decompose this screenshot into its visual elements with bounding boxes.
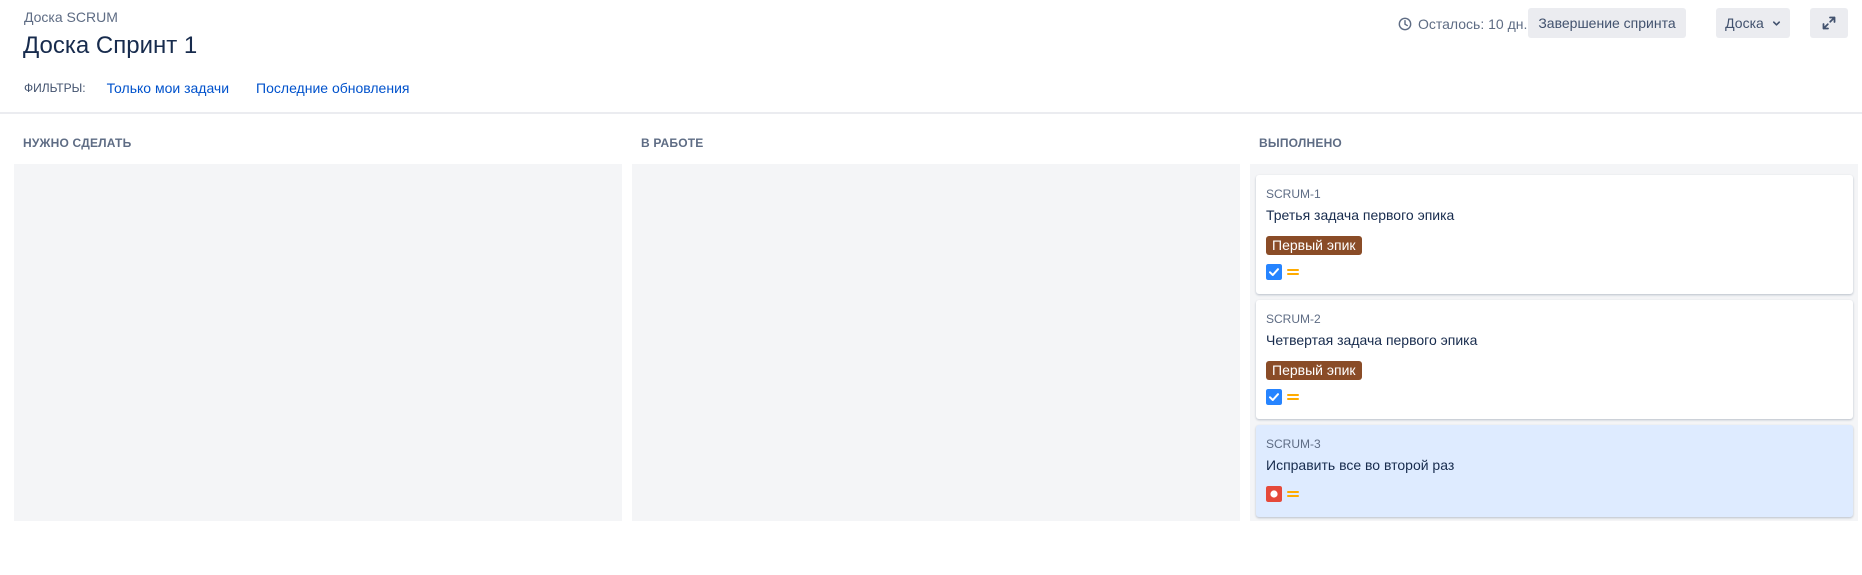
task-checkbox-icon: [1266, 264, 1282, 280]
issue-summary: Четвертая задача первого эпика: [1266, 332, 1478, 348]
epic-badge: Первый эпик: [1266, 236, 1362, 255]
column-done[interactable]: SCRUM-1 Третья задача первого эпика Перв…: [1250, 164, 1858, 521]
column-title-in-progress: В РАБОТЕ: [641, 136, 704, 150]
issue-key[interactable]: SCRUM-1: [1266, 187, 1321, 201]
board-menu-label: Доска: [1725, 15, 1764, 31]
time-left-text: Осталось: 10 дн.: [1418, 16, 1528, 32]
complete-sprint-label: Завершение спринта: [1538, 15, 1676, 31]
clock-icon: [1398, 17, 1412, 31]
column-todo[interactable]: [14, 164, 622, 521]
issue-summary: Третья задача первого эпика: [1266, 207, 1455, 223]
priority-medium-icon: [1287, 269, 1299, 275]
issue-summary: Исправить все во второй раз: [1266, 457, 1455, 473]
filter-only-my-issues[interactable]: Только мои задачи: [107, 80, 229, 96]
board-menu-button[interactable]: Доска: [1716, 8, 1790, 38]
task-checkbox-icon: [1266, 389, 1282, 405]
scrum-board-page: Доска SCRUM Доска Спринт 1 ФИЛЬТРЫ: Толь…: [0, 0, 1862, 575]
issue-icons: [1266, 389, 1300, 405]
sprint-time-remaining: Осталось: 10 дн.: [1398, 16, 1527, 32]
page-title: Доска Спринт 1: [23, 32, 198, 59]
priority-medium-icon: [1287, 394, 1299, 400]
epic-badge: Первый эпик: [1266, 361, 1362, 380]
issue-icons: [1266, 264, 1300, 280]
issue-icons: [1266, 486, 1300, 502]
issue-card[interactable]: SCRUM-1 Третья задача первого эпика Перв…: [1256, 175, 1853, 294]
filters-label: ФИЛЬТРЫ:: [24, 81, 86, 95]
column-title-done: ВЫПОЛНЕНО: [1259, 136, 1342, 150]
chevron-down-icon: [1772, 20, 1780, 26]
column-title-todo: НУЖНО СДЕЛАТЬ: [23, 136, 132, 150]
fullscreen-button[interactable]: [1810, 8, 1848, 38]
issue-key[interactable]: SCRUM-2: [1266, 312, 1321, 326]
quick-filters: ФИЛЬТРЫ: Только мои задачи Последние обн…: [24, 80, 436, 96]
column-in-progress[interactable]: [632, 164, 1240, 521]
issue-card-selected[interactable]: SCRUM-3 Исправить все во второй раз: [1256, 425, 1853, 517]
complete-sprint-button[interactable]: Завершение спринта: [1528, 8, 1686, 38]
breadcrumb[interactable]: Доска SCRUM: [24, 9, 118, 25]
filter-recently-updated[interactable]: Последние обновления: [256, 80, 409, 96]
priority-medium-icon: [1287, 491, 1299, 497]
issue-card[interactable]: SCRUM-2 Четвертая задача первого эпика П…: [1256, 300, 1853, 419]
expand-icon: [1822, 16, 1836, 30]
issue-key[interactable]: SCRUM-3: [1266, 437, 1321, 451]
bug-icon: [1266, 486, 1282, 502]
